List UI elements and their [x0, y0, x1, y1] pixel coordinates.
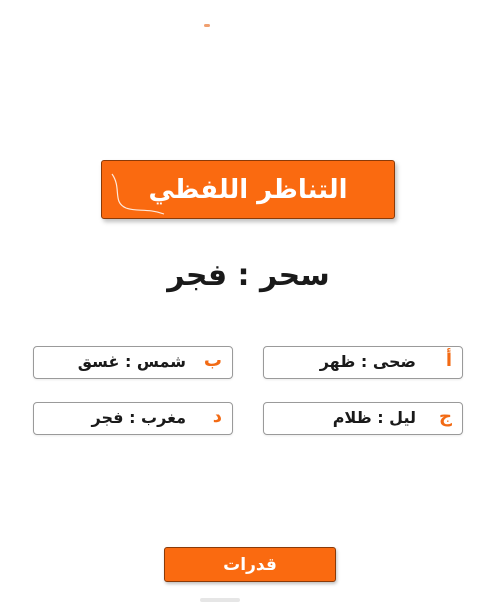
question-text: سحر : فجر: [167, 258, 330, 293]
category-label: قدرات: [223, 554, 277, 575]
option-text: ضحى : ظهر: [319, 352, 416, 371]
option-a[interactable]: أ ضحى : ظهر: [263, 346, 463, 379]
bottom-faint-decoration: [200, 598, 240, 602]
option-c[interactable]: ج ليل : ظلام: [263, 402, 463, 435]
option-text: مغرب : فجر: [91, 408, 186, 427]
option-text: شمس : غسق: [77, 352, 186, 371]
option-d[interactable]: د مغرب : فجر: [33, 402, 233, 435]
option-letter: د: [212, 406, 222, 427]
option-text: ليل : ظلام: [332, 408, 416, 427]
option-letter: ج: [439, 406, 452, 427]
page-title: التناظر اللفظي: [148, 174, 348, 205]
option-letter: أ: [445, 350, 452, 371]
top-decoration-dot: [204, 24, 210, 27]
category-button[interactable]: قدرات: [164, 547, 336, 582]
option-letter: ب: [203, 350, 222, 371]
option-b[interactable]: ب شمس : غسق: [33, 346, 233, 379]
title-banner: التناظر اللفظي: [101, 160, 395, 219]
